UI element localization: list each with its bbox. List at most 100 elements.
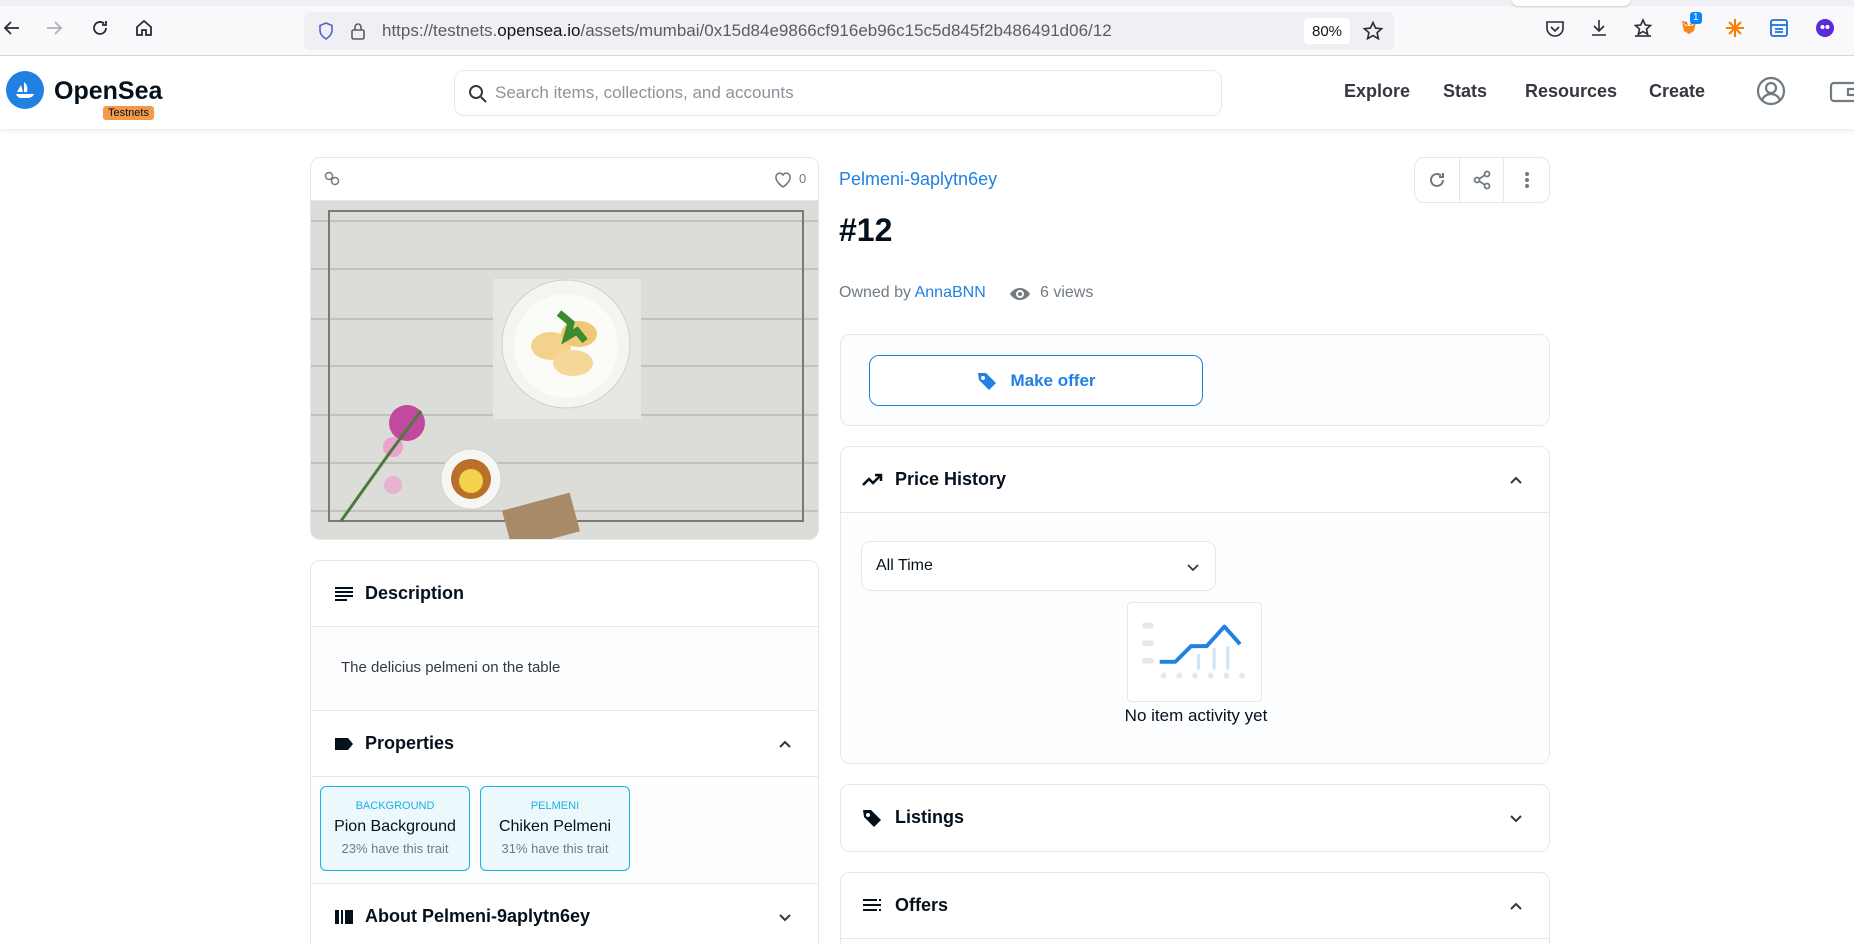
active-tab[interactable]: [1512, 0, 1630, 6]
label-icon: [335, 738, 353, 750]
trait-rarity: 31% have this trait: [501, 841, 609, 856]
testnets-badge: Testnets: [103, 106, 154, 120]
description-header[interactable]: Description: [311, 561, 818, 627]
metamask-extension-icon[interactable]: 1: [1676, 12, 1702, 41]
zoom-level[interactable]: 80%: [1304, 18, 1350, 44]
owned-by-label: Owned by: [839, 284, 912, 301]
home-icon[interactable]: [130, 14, 158, 42]
about-header[interactable]: About Pelmeni-9aplytn6ey: [311, 884, 818, 944]
search-input[interactable]: [495, 71, 1215, 115]
chevron-down-icon[interactable]: [1507, 809, 1525, 827]
address-bar[interactable]: https://testnets.opensea.io/assets/mumba…: [304, 12, 1394, 50]
owner-link[interactable]: AnnaBNN: [915, 284, 986, 301]
wallet-icon[interactable]: [1828, 75, 1854, 107]
more-options-icon[interactable]: [1504, 158, 1549, 202]
price-history-header[interactable]: Price History: [841, 447, 1549, 513]
make-offer-label: Make offer: [1010, 370, 1096, 390]
trait-card[interactable]: PELMENI Chiken Pelmeni 31% have this tra…: [480, 786, 630, 871]
search-box[interactable]: [454, 70, 1222, 116]
description-body: The delicius pelmeni on the table: [311, 627, 818, 711]
listings-title: Listings: [895, 807, 965, 827]
nav-stats[interactable]: Stats: [1443, 81, 1487, 102]
eye-icon: [1010, 288, 1030, 300]
price-history-title: Price History: [895, 469, 1007, 489]
refresh-icon[interactable]: [1415, 158, 1460, 202]
collection-info-icon: [335, 910, 353, 924]
offers-title: Offers: [895, 895, 949, 915]
description-text: The delicius pelmeni on the table: [341, 659, 561, 676]
tag-icon: [978, 372, 997, 390]
properties-title: Properties: [365, 733, 455, 753]
trade-panel: Make offer: [840, 334, 1550, 426]
price-history-panel: Price History All Time No item activity …: [840, 446, 1550, 764]
details-panel: Description The delicius pelmeni on the …: [310, 560, 819, 944]
chain-icon: [324, 171, 340, 186]
browser-toolbar: https://testnets.opensea.io/assets/mumba…: [0, 0, 1854, 56]
reload-icon[interactable]: [86, 14, 114, 42]
url-text[interactable]: https://testnets.opensea.io/assets/mumba…: [382, 21, 1112, 41]
about-title: About Pelmeni-9aplytn6ey: [365, 906, 591, 926]
listings-header[interactable]: Listings: [841, 785, 1549, 851]
url-path: /assets/mumbai/0x15d84e9866cf916eb96c15c…: [580, 21, 1112, 40]
trait-value: Chiken Pelmeni: [498, 818, 612, 835]
chevron-up-icon[interactable]: [1507, 471, 1525, 489]
site-header: OpenSea Testnets Explore Stats Resources…: [0, 57, 1854, 129]
no-activity-text: No item activity yet: [1124, 706, 1268, 725]
description-title: Description: [365, 583, 465, 603]
profile-extension-icon[interactable]: [1812, 15, 1838, 41]
downloads-icon[interactable]: [1586, 15, 1612, 41]
chevron-down-icon[interactable]: [776, 908, 794, 926]
forward-icon[interactable]: [40, 14, 68, 42]
token-id: #12: [839, 212, 893, 248]
empty-chart-illustration: [1127, 602, 1262, 702]
collection-link[interactable]: Pelmeni-9aplytn6ey: [839, 169, 997, 190]
chevron-up-icon[interactable]: [776, 735, 794, 753]
nav-explore[interactable]: Explore: [1344, 81, 1410, 102]
url-prefix: https://testnets.: [382, 21, 498, 40]
tracking-shield-icon[interactable]: [316, 21, 336, 41]
image-card-toolbar: 0: [311, 158, 818, 201]
asset-actions: [1414, 157, 1550, 203]
nft-image[interactable]: [311, 201, 819, 540]
time-range-value: All Time: [876, 557, 933, 574]
description-icon: [335, 587, 353, 601]
offers-header[interactable]: Offers: [841, 873, 1549, 939]
brand-name[interactable]: OpenSea: [54, 77, 162, 106]
trending-icon: [862, 473, 883, 486]
owner-line: Owned by AnnaBNN: [839, 284, 986, 302]
url-host: opensea.io: [497, 21, 581, 40]
back-icon[interactable]: [0, 14, 26, 42]
lock-icon[interactable]: [348, 21, 368, 41]
asset-image-card: 0: [310, 157, 819, 540]
account-icon[interactable]: [1755, 75, 1787, 107]
view-count: 6 views: [1040, 284, 1094, 301]
spark-extension-icon[interactable]: [1722, 15, 1748, 41]
bookmarks-icon[interactable]: [1630, 15, 1656, 41]
extension-badge: 1: [1690, 12, 1702, 24]
pocket-icon[interactable]: [1542, 15, 1568, 41]
trait-value: Pion Background: [334, 818, 456, 835]
trait-type: BACKGROUND: [355, 800, 435, 812]
make-offer-button[interactable]: Make offer: [869, 355, 1203, 406]
listings-panel: Listings: [840, 784, 1550, 852]
share-icon[interactable]: [1460, 158, 1505, 202]
nav-create[interactable]: Create: [1649, 81, 1705, 102]
time-range-select[interactable]: All Time: [861, 541, 1216, 591]
favorite-count: 0: [799, 171, 807, 186]
reader-extension-icon[interactable]: [1766, 15, 1792, 41]
list-icon: [863, 899, 881, 911]
trait-type: PELMENI: [530, 800, 580, 812]
tag-icon: [863, 810, 881, 827]
bookmark-star-icon[interactable]: [1362, 20, 1384, 42]
heart-icon[interactable]: [773, 170, 793, 190]
properties-body: BACKGROUND Pion Background 23% have this…: [311, 777, 818, 884]
nav-resources[interactable]: Resources: [1525, 81, 1617, 102]
chevron-down-icon: [1187, 564, 1199, 572]
offers-panel: Offers: [840, 872, 1550, 944]
properties-header[interactable]: Properties: [311, 711, 818, 777]
search-icon: [469, 85, 487, 103]
opensea-logo-icon[interactable]: [6, 71, 44, 109]
trait-rarity: 23% have this trait: [341, 841, 449, 856]
trait-card[interactable]: BACKGROUND Pion Background 23% have this…: [320, 786, 470, 871]
chevron-up-icon[interactable]: [1507, 897, 1525, 915]
